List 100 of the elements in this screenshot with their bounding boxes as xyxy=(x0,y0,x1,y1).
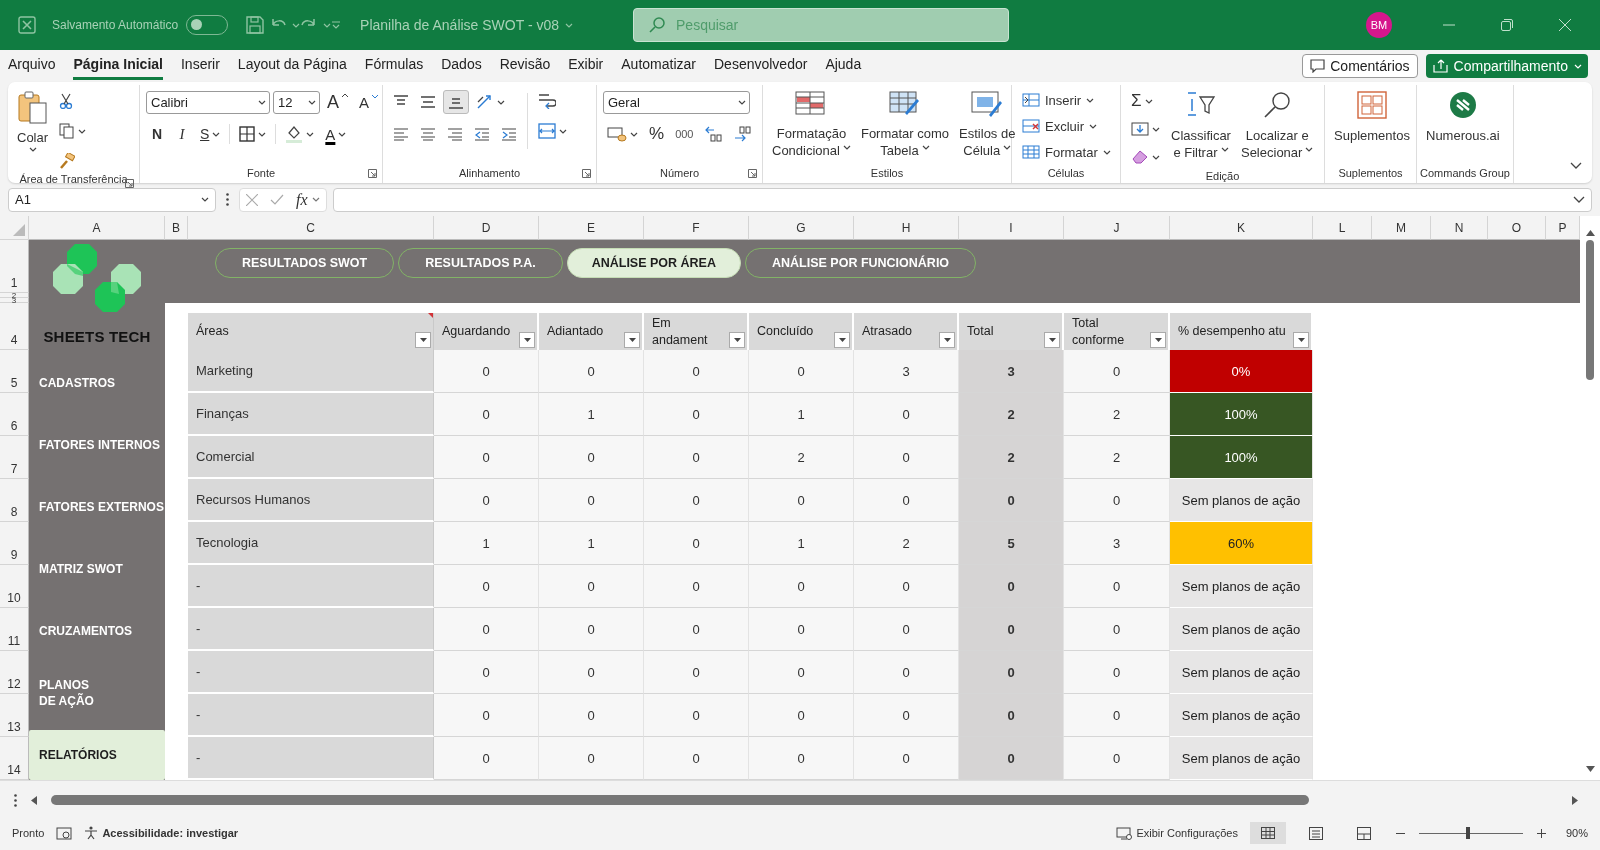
filter-button[interactable] xyxy=(1044,332,1060,348)
zoom-in-icon[interactable] xyxy=(1536,828,1546,838)
column-header[interactable]: F xyxy=(644,216,749,240)
caret-icon[interactable] xyxy=(1089,123,1097,129)
paste-button[interactable]: Colar xyxy=(14,89,52,154)
percent-button[interactable]: % xyxy=(645,122,669,146)
column-header[interactable]: P xyxy=(1546,216,1580,240)
caret-icon[interactable] xyxy=(1305,146,1314,152)
column-header[interactable]: J xyxy=(1064,216,1170,240)
format-cells-button[interactable]: Formatar xyxy=(1018,141,1115,163)
caret-icon[interactable] xyxy=(630,131,638,137)
expand-formula-icon[interactable] xyxy=(1573,196,1585,203)
row-header[interactable]: 7 xyxy=(0,436,29,479)
spreadsheet-app-icon[interactable] xyxy=(18,16,36,34)
autosum-button[interactable]: Σ xyxy=(1127,89,1164,113)
customize-icon[interactable] xyxy=(331,21,342,29)
caret-icon[interactable] xyxy=(842,144,851,150)
caret-icon[interactable] xyxy=(921,144,930,150)
filter-button[interactable] xyxy=(624,332,640,348)
scroll-right-icon[interactable] xyxy=(1572,795,1578,805)
caret-icon[interactable] xyxy=(1102,149,1111,155)
menu-tab[interactable]: Revisão xyxy=(499,52,551,80)
font-size-field[interactable]: 12 xyxy=(273,90,320,114)
filter-button[interactable] xyxy=(1293,332,1309,348)
column-header[interactable]: C xyxy=(188,216,434,240)
row-header[interactable]: 4 xyxy=(0,303,29,350)
row-header[interactable]: 9 xyxy=(0,522,29,565)
dialog-launcher-icon[interactable] xyxy=(582,169,591,178)
sidebar-item[interactable]: CADASTROS xyxy=(29,357,165,408)
save-icon[interactable] xyxy=(246,16,265,34)
menu-tab[interactable]: Exibir xyxy=(568,52,604,80)
increase-font-button[interactable]: A xyxy=(323,90,352,114)
filter-button[interactable] xyxy=(834,332,850,348)
conditional-formatting-button[interactable]: Formatação Condicional xyxy=(769,89,854,161)
number-format-field[interactable]: Geral xyxy=(603,90,750,114)
format-as-table-button[interactable]: Formatar como Tabela xyxy=(857,89,953,161)
filter-button[interactable] xyxy=(729,332,745,348)
column-header[interactable]: O xyxy=(1488,216,1546,240)
filter-button[interactable] xyxy=(519,332,535,348)
italic-button[interactable]: I xyxy=(171,122,193,146)
sidebar-item[interactable]: PLANOS DE AÇÃO xyxy=(29,667,165,718)
filter-button[interactable] xyxy=(939,332,955,348)
normal-view-button[interactable] xyxy=(1249,822,1286,844)
caret-icon[interactable] xyxy=(78,128,87,134)
column-header[interactable]: G xyxy=(749,216,854,240)
row-header[interactable]: 12 xyxy=(0,651,29,694)
column-header[interactable]: A xyxy=(29,216,165,240)
row-header[interactable]: 14 xyxy=(0,737,29,780)
caret-icon[interactable] xyxy=(28,147,37,152)
row-header[interactable]: 11 xyxy=(0,608,29,651)
more-options-icon[interactable] xyxy=(226,193,229,206)
row-header[interactable]: 5 xyxy=(0,350,29,393)
find-select-button[interactable]: Localizar e Selecionar xyxy=(1237,89,1317,163)
column-header[interactable]: L xyxy=(1313,216,1372,240)
caret-icon[interactable] xyxy=(738,99,746,105)
menu-tab[interactable]: Fórmulas xyxy=(364,52,424,80)
menu-tab[interactable]: Automatizar xyxy=(621,52,696,80)
sheet-options-icon[interactable] xyxy=(14,793,17,807)
decrease-font-button[interactable]: A xyxy=(355,90,383,114)
zoom-level[interactable]: 90% xyxy=(1565,827,1588,839)
column-header[interactable]: D xyxy=(434,216,539,240)
macro-record-icon[interactable] xyxy=(56,826,73,840)
sidebar-item[interactable]: RELATÓRIOS xyxy=(29,729,165,780)
menu-tab[interactable]: Arquivo xyxy=(8,52,56,80)
comments-button[interactable]: Comentários xyxy=(1302,54,1418,78)
insert-cells-button[interactable]: Inserir xyxy=(1018,89,1115,111)
sidebar-item[interactable]: FATORES INTERNOS xyxy=(29,419,165,470)
restore-icon[interactable] xyxy=(1501,19,1513,31)
menu-tab[interactable]: Ajuda xyxy=(825,52,862,80)
caret-icon[interactable] xyxy=(201,197,209,202)
delete-cells-button[interactable]: Excluir xyxy=(1018,115,1115,137)
row-header[interactable]: 6 xyxy=(0,393,29,436)
share-button[interactable]: Compartilhamento xyxy=(1425,54,1588,78)
sidebar-item[interactable]: FATORES EXTERNOS xyxy=(29,481,165,532)
cell-styles-button[interactable]: Estilos de Célula xyxy=(956,89,1019,161)
column-header[interactable]: N xyxy=(1431,216,1488,240)
sort-filter-button[interactable]: Classificar e Filtrar xyxy=(1168,89,1234,163)
formula-input[interactable] xyxy=(332,187,1592,212)
column-header[interactable]: M xyxy=(1372,216,1431,240)
dialog-launcher-icon[interactable] xyxy=(748,169,757,178)
addins-button[interactable]: Suplementos xyxy=(1331,89,1413,146)
caret-icon[interactable] xyxy=(306,131,315,137)
caret-icon[interactable] xyxy=(258,131,267,137)
menu-tab[interactable]: Dados xyxy=(441,52,482,80)
caret-icon[interactable] xyxy=(559,128,567,134)
report-tab[interactable]: ANÁLISE POR ÁREA xyxy=(566,248,741,278)
accessibility-button[interactable]: Acessibilidade: investigar xyxy=(84,826,239,840)
caret-icon[interactable] xyxy=(1152,126,1160,132)
scroll-up-icon[interactable] xyxy=(1585,230,1595,236)
column-header[interactable]: E xyxy=(539,216,644,240)
caret-icon[interactable] xyxy=(338,131,347,137)
font-name-field[interactable]: Calibri xyxy=(146,90,270,114)
check-icon[interactable] xyxy=(270,194,284,205)
sidebar-item[interactable]: MATRIZ SWOT xyxy=(29,543,165,594)
collapse-ribbon-icon[interactable] xyxy=(1570,162,1582,169)
dialog-launcher-icon[interactable] xyxy=(368,169,377,178)
insert-function-button[interactable]: fx xyxy=(296,190,320,209)
name-box[interactable]: A1 xyxy=(8,187,216,212)
bold-button[interactable]: N xyxy=(146,122,168,146)
menu-tab[interactable]: Desenvolvedor xyxy=(714,52,808,80)
